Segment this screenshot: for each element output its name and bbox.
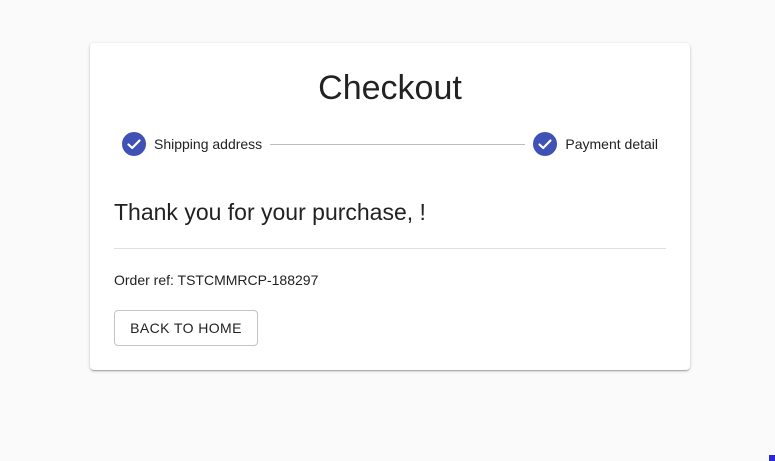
step-payment-detail: Payment detail: [533, 132, 658, 156]
step-shipping-address: Shipping address: [122, 132, 262, 156]
checkout-card: Checkout Shipping address Payment detail…: [90, 43, 690, 370]
divider: [114, 248, 666, 249]
checkout-stepper: Shipping address Payment detail: [122, 132, 658, 156]
page-title: Checkout: [318, 69, 462, 107]
check-circle-icon: [533, 132, 558, 156]
checkout-page: Checkout Shipping address Payment detail…: [0, 0, 775, 461]
back-to-home-button[interactable]: BACK TO HOME: [114, 310, 258, 346]
step-label-payment-detail: Payment detail: [565, 136, 658, 152]
order-reference: Order ref: TSTCMMRCP-188297: [114, 272, 319, 288]
step-connector: [270, 143, 526, 145]
corner-mark: [769, 455, 775, 461]
step-label-shipping-address: Shipping address: [154, 136, 263, 152]
thank-you-message: Thank you for your purchase, !: [114, 199, 426, 225]
check-circle-icon: [122, 132, 146, 156]
